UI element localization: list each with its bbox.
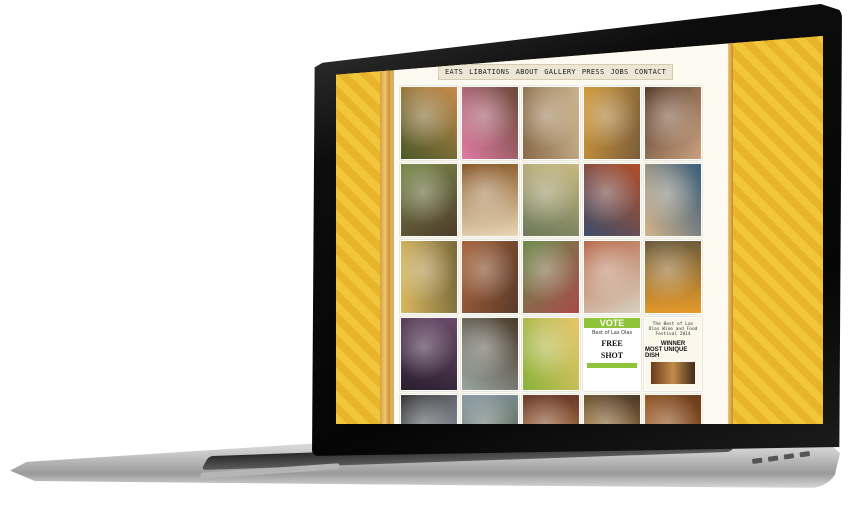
photo-highlight	[645, 395, 701, 424]
photo-highlight	[584, 395, 640, 424]
nav-item-press[interactable]: PRESS	[582, 68, 605, 76]
photo-highlight	[401, 164, 457, 236]
photo-highlight	[584, 164, 640, 236]
gallery-photo[interactable]	[644, 86, 702, 160]
nav-item-eats[interactable]: EATS	[445, 68, 463, 76]
nav-item-gallery[interactable]: GALLERY	[544, 68, 576, 76]
photo-highlight	[523, 87, 579, 159]
gallery-photo[interactable]	[400, 394, 458, 424]
gallery-photo[interactable]	[522, 240, 580, 314]
gallery-photo[interactable]	[461, 240, 519, 314]
festival-award-tile[interactable]: The Best of Las Olas Wine and Food Festi…	[644, 317, 702, 391]
photo-highlight	[401, 395, 457, 424]
nav-item-about[interactable]: ABOUT	[516, 68, 539, 76]
gallery-photo[interactable]	[522, 86, 580, 160]
photo-highlight	[462, 395, 518, 424]
laptop-mockup: EATS LIBATIONS ABOUT GALLERY PRESS JOBS …	[0, 0, 859, 525]
vote-vhead: VOTE	[584, 318, 640, 328]
festival-dish-image	[650, 362, 696, 384]
photo-highlight	[462, 87, 518, 159]
gallery-photo[interactable]	[522, 317, 580, 391]
photo-highlight	[584, 241, 640, 313]
photo-highlight	[523, 164, 579, 236]
vote-bar	[586, 363, 638, 368]
nav-item-contact[interactable]: CONTACT	[635, 68, 667, 76]
gallery-photo[interactable]	[644, 394, 702, 424]
vote-vbig: FREE	[601, 339, 623, 348]
gallery-photo[interactable]	[400, 163, 458, 237]
photo-highlight	[645, 87, 701, 159]
gallery-photo[interactable]	[644, 240, 702, 314]
photo-gallery-grid: VOTE Best of Las Olas FREE SHOT The Best of …	[400, 86, 702, 424]
gallery-photo[interactable]	[400, 86, 458, 160]
photo-highlight	[584, 87, 640, 159]
gallery-photo[interactable]	[461, 317, 519, 391]
gallery-photo[interactable]	[461, 163, 519, 237]
photo-highlight	[462, 241, 518, 313]
photo-highlight	[462, 164, 518, 236]
nav-item-jobs[interactable]: JOBS	[610, 68, 628, 76]
gallery-photo[interactable]	[583, 163, 641, 237]
photo-highlight	[462, 318, 518, 390]
gallery-photo[interactable]	[522, 394, 580, 424]
photo-highlight	[401, 241, 457, 313]
festival-f3: MOST UNIQUE DISH	[645, 347, 688, 359]
photo-highlight	[645, 164, 701, 236]
vote-vbig: SHOT	[600, 351, 624, 360]
vote-vsub: Best of Las Olas	[591, 330, 633, 336]
gallery-photo[interactable]	[583, 394, 641, 424]
photo-highlight	[523, 241, 579, 313]
gallery-photo[interactable]	[583, 240, 641, 314]
gallery-photo[interactable]	[400, 240, 458, 314]
gallery-photo[interactable]	[522, 163, 580, 237]
gallery-photo[interactable]	[461, 86, 519, 160]
vote-promo-tile[interactable]: VOTE Best of Las Olas FREE SHOT	[583, 317, 641, 391]
wood-plank-left	[380, 36, 390, 424]
site-nav: EATS LIBATIONS ABOUT GALLERY PRESS JOBS …	[438, 64, 674, 80]
photo-highlight	[523, 395, 579, 424]
nav-item-libations[interactable]: LIBATIONS	[469, 68, 510, 76]
gallery-photo[interactable]	[644, 163, 702, 237]
festival-f1: The Best of Las Olas Wine and Food Festi…	[648, 322, 698, 337]
photo-highlight	[523, 318, 579, 390]
photo-highlight	[645, 241, 701, 313]
gallery-photo[interactable]	[461, 394, 519, 424]
photo-highlight	[401, 318, 457, 390]
photo-highlight	[401, 87, 457, 159]
gallery-photo[interactable]	[583, 86, 641, 160]
wood-panel-right	[727, 36, 823, 424]
gallery-photo[interactable]	[400, 317, 458, 391]
laptop-screen: EATS LIBATIONS ABOUT GALLERY PRESS JOBS …	[336, 36, 823, 424]
